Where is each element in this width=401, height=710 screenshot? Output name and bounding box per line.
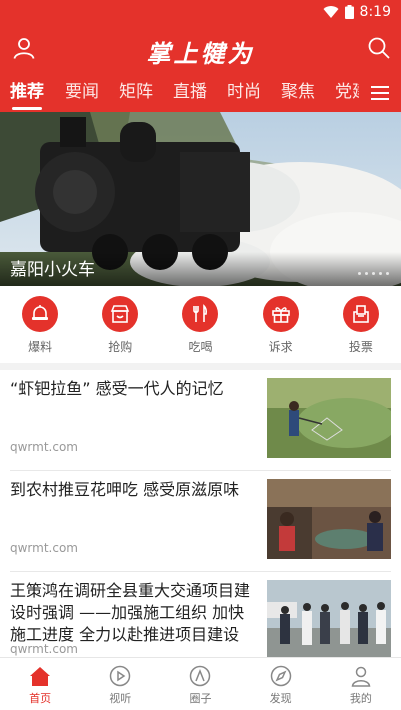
circle-icon [190,665,211,687]
ballot-box-icon [342,296,379,332]
user-icon [351,666,371,687]
tab-news[interactable]: 要闻 [65,82,99,102]
quick-link-label: 抢购 [108,340,133,354]
nav-discover[interactable]: 发现 [241,658,321,710]
nav-label: 视听 [109,692,132,705]
carousel-dot [365,272,368,275]
status-bar: 8:19 [0,0,401,24]
nav-media[interactable]: 视听 [80,658,160,710]
carousel-dot [386,272,389,275]
play-icon [110,665,131,687]
tab-focus[interactable]: 聚焦 [281,82,315,102]
nav-mine[interactable]: 我的 [321,658,401,710]
quick-link-label: 爆料 [28,340,53,354]
utensils-icon [182,296,219,332]
quick-link-buy[interactable]: 抢购 [80,296,160,358]
nav-label: 首页 [29,692,52,705]
channel-menu-button[interactable] [359,74,401,112]
nav-label: 发现 [269,692,292,705]
gift-icon [262,296,299,332]
carousel-dot [372,272,375,275]
news-title: 王策鸿在调研全县重大交通项目建设时强调 ——加强施工组织 加快施工进度 全力以赴… [10,581,251,644]
channel-bar: 推荐 要闻 矩阵 直播 时尚 聚焦 党建 [0,74,401,112]
nav-circle[interactable]: 圈子 [160,658,240,710]
news-thumbnail [267,479,391,559]
search-icon[interactable] [367,36,391,60]
news-title: “虾钯拉鱼” 感受一代人的记忆 [10,379,224,398]
banner-caption-overlay: 嘉阳小火车 [0,252,401,286]
quick-link-report[interactable]: 爆料 [0,296,80,358]
news-thumbnail [267,580,391,660]
compass-icon [270,665,291,687]
status-time: 8:19 [359,4,391,20]
nav-label: 圈子 [189,692,212,705]
news-item[interactable]: 王策鸿在调研全县重大交通项目建设时强调 ——加强施工组织 加快施工进度 全力以赴… [0,572,401,660]
quick-link-label: 吃喝 [188,340,213,354]
quick-link-food[interactable]: 吃喝 [160,296,240,358]
quick-link-label: 诉求 [268,340,293,354]
carousel-dot [358,272,361,275]
carousel-dot [379,272,382,275]
news-item[interactable]: 到农村推豆花呷吃 感受原滋原味 qwrmt.com [0,471,401,572]
wifi-icon [323,5,339,18]
bottom-nav: 首页 视听 圈子 发现 我的 [0,657,401,710]
nav-home[interactable]: 首页 [0,658,80,710]
news-title: 到农村推豆花呷吃 感受原滋原味 [10,480,240,499]
tab-live[interactable]: 直播 [173,82,207,102]
banner-carousel[interactable]: 嘉阳小火车 [0,112,401,286]
news-thumbnail [267,378,391,458]
quick-link-label: 投票 [348,340,373,354]
news-source: qwrmt.com [10,440,78,454]
menu-icon [371,86,389,100]
quick-links: 爆料 抢购 吃喝 诉求 投票 [0,296,401,358]
active-tab-indicator [12,107,42,110]
app-title: 掌上犍为 [146,39,255,68]
megaphone-icon [22,296,59,332]
news-item[interactable]: “虾钯拉鱼” 感受一代人的记忆 qwrmt.com [0,370,401,471]
quick-link-vote[interactable]: 投票 [321,296,401,358]
tab-matrix[interactable]: 矩阵 [119,82,153,102]
banner-caption: 嘉阳小火车 [10,260,95,280]
app-header: 掌上犍为 [0,24,401,74]
status-icons: 8:19 [323,3,391,21]
home-icon [30,667,51,686]
tab-recommend[interactable]: 推荐 [10,82,44,102]
carousel-indicator [358,272,389,275]
battery-icon [344,5,354,19]
tab-fashion[interactable]: 时尚 [227,82,261,102]
quick-link-appeal[interactable]: 诉求 [241,296,321,358]
news-source: qwrmt.com [10,642,78,656]
section-divider [0,363,401,370]
shop-icon [102,296,139,332]
news-source: qwrmt.com [10,541,78,555]
nav-label: 我的 [349,692,372,705]
